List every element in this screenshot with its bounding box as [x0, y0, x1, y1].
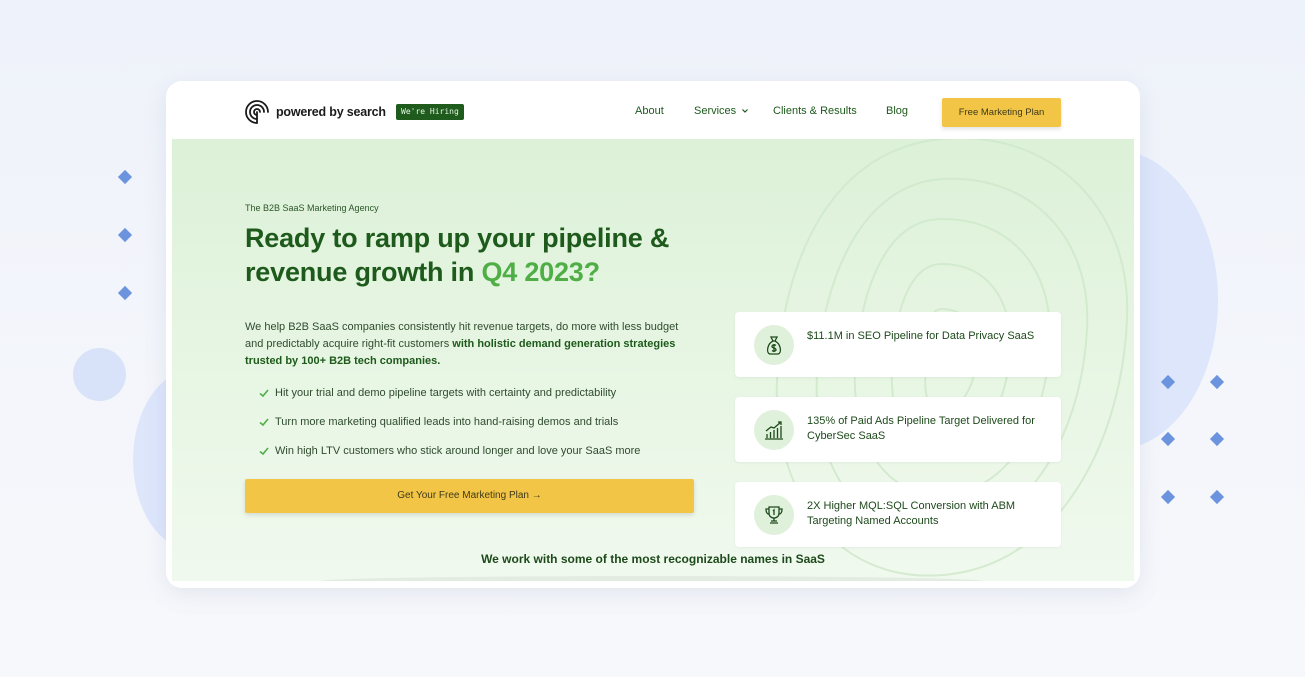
stat-text: $11.1M in SEO Pipeline for Data Privacy … — [807, 330, 1035, 342]
nav-item-about[interactable]: About — [635, 105, 664, 117]
stat-card: $11.1M in SEO Pipeline for Data Privacy … — [735, 312, 1061, 377]
benefit-item: Hit your trial and demo pipeline targets… — [258, 387, 616, 399]
benefit-text: Win high LTV customers who stick around … — [275, 445, 641, 457]
decor-diamond — [1160, 431, 1176, 447]
hero-section: The B2B SaaS Marketing Agency Ready to r… — [172, 139, 1134, 581]
brand-logo[interactable]: powered by search — [244, 99, 386, 125]
decor-diamond — [1209, 431, 1225, 447]
stat-icon-wrapper — [754, 410, 794, 450]
trophy-icon — [765, 506, 783, 524]
chevron-down-icon — [742, 109, 749, 113]
stat-icon-wrapper — [754, 495, 794, 535]
free-marketing-plan-button[interactable]: Free Marketing Plan — [942, 98, 1061, 127]
hiring-badge[interactable]: We're Hiring — [396, 104, 464, 120]
nav-item-blog[interactable]: Blog — [886, 105, 908, 117]
decor-diamond — [117, 227, 133, 243]
checkmark-icon — [259, 389, 269, 398]
benefit-item: Turn more marketing qualified leads into… — [258, 416, 618, 428]
stat-card: 135% of Paid Ads Pipeline Target Deliver… — [735, 397, 1061, 462]
decor-diamond — [1209, 489, 1225, 505]
hero-headline: Ready to ramp up your pipeline & revenue… — [245, 221, 715, 289]
get-free-marketing-plan-button[interactable]: Get Your Free Marketing Plan → — [245, 479, 694, 513]
logo-strip-shadow — [322, 576, 982, 581]
decor-diamond — [117, 285, 133, 301]
navbar: powered by search We're Hiring About Ser… — [166, 81, 1140, 139]
decor-diamond — [1209, 374, 1225, 390]
stat-text: 2X Higher MQL:SQL Conversion with ABM Ta… — [807, 500, 1016, 527]
nav-item-services[interactable]: Services — [694, 105, 749, 117]
money-bag-icon — [766, 336, 782, 355]
checkmark-icon — [259, 447, 269, 456]
brand-name: powered by search — [276, 105, 386, 119]
website-preview-card: powered by search We're Hiring About Ser… — [166, 81, 1140, 588]
stat-icon-wrapper — [754, 325, 794, 365]
stat-text: 135% of Paid Ads Pipeline Target Deliver… — [807, 415, 1035, 442]
benefit-text: Hit your trial and demo pipeline targets… — [275, 387, 617, 399]
decor-diamond — [117, 169, 133, 185]
benefit-item: Win high LTV customers who stick around … — [258, 445, 640, 457]
hero-description: We help B2B SaaS companies consistently … — [245, 319, 685, 370]
headline-text: Ready to ramp up your pipeline & revenue… — [245, 223, 670, 287]
nav-item-clients-results[interactable]: Clients & Results — [773, 105, 857, 117]
nav-item-label: Services — [694, 105, 737, 117]
background-circle — [73, 348, 126, 401]
benefit-text: Turn more marketing qualified leads into… — [275, 416, 619, 428]
headline-accent: Q4 2023? — [481, 257, 600, 287]
growth-chart-icon — [765, 421, 783, 440]
checkmark-icon — [259, 418, 269, 427]
fingerprint-logo-icon — [245, 100, 269, 124]
decor-diamond — [1160, 489, 1176, 505]
hero-eyebrow: The B2B SaaS Marketing Agency — [245, 203, 379, 213]
stat-card: 2X Higher MQL:SQL Conversion with ABM Ta… — [735, 482, 1061, 547]
client-logos-heading: We work with some of the most recognizab… — [481, 552, 825, 566]
